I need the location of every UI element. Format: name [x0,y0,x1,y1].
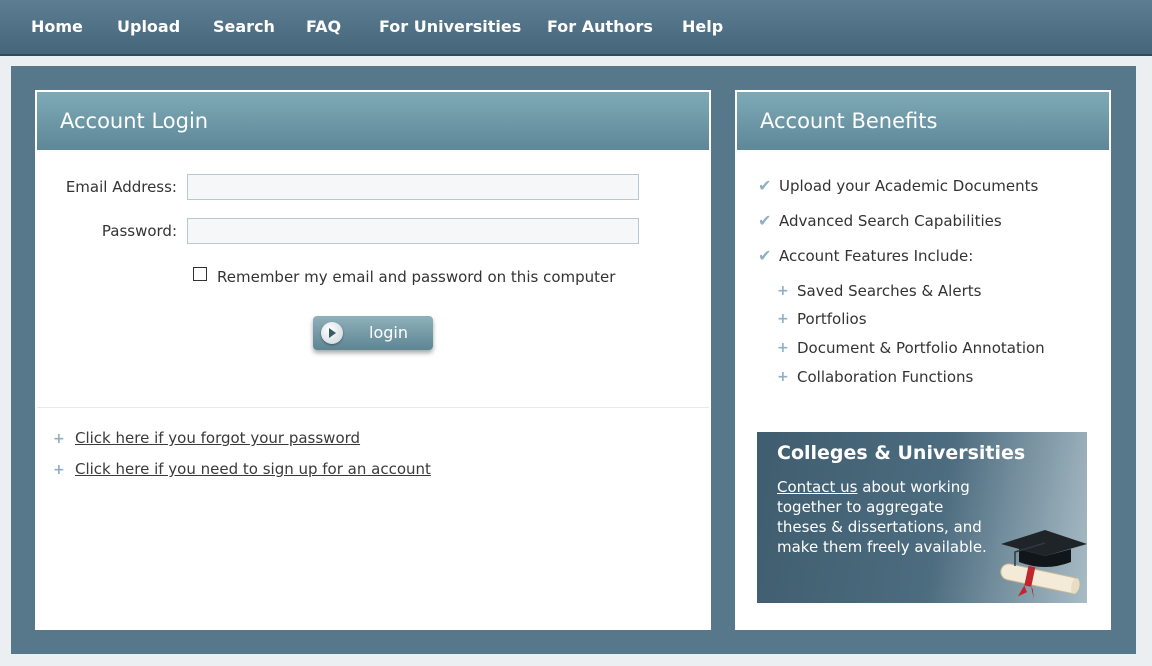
promo-body: Contact us about working together to agg… [777,477,992,557]
login-button-label: login [369,323,408,342]
colleges-promo: Colleges & Universities Contact us about… [757,432,1087,603]
nav-upload[interactable]: Upload [117,0,180,54]
benefit-item: Account Features Include: [779,247,974,265]
play-icon [321,322,343,344]
feature-item: Portfolios [797,310,867,328]
benefits-panel: Account Benefits ✔ Upload your Academic … [735,90,1111,630]
promo-title: Colleges & Universities [777,442,1026,464]
plus-icon: + [777,311,789,327]
remember-label: Remember my email and password on this c… [217,268,616,286]
divider [37,407,709,408]
plus-icon: + [777,369,789,385]
email-field[interactable] [187,174,639,200]
main-frame: Account Login Email Address: Password: R… [11,66,1136,654]
login-panel: Account Login Email Address: Password: R… [35,90,711,630]
benefit-item: Advanced Search Capabilities [779,212,1002,230]
top-nav: Home Upload Search FAQ For Universities … [0,0,1152,56]
checkmark-icon: ✔ [758,176,772,195]
nav-help[interactable]: Help [682,0,723,54]
feature-item: Document & Portfolio Annotation [797,339,1045,357]
login-button[interactable]: login [313,316,433,350]
signup-link[interactable]: Click here if you need to sign up for an… [75,460,431,478]
benefits-panel-title: Account Benefits [737,92,1109,150]
plus-icon: + [777,283,789,299]
benefit-item: Upload your Academic Documents [779,177,1039,195]
email-label: Email Address: [65,178,177,196]
password-label: Password: [101,222,177,240]
nav-home[interactable]: Home [31,0,83,54]
plus-icon: + [53,431,65,447]
nav-faq[interactable]: FAQ [306,0,341,54]
plus-icon: + [53,462,65,478]
checkmark-icon: ✔ [758,246,772,265]
contact-us-link[interactable]: Contact us [777,478,857,496]
nav-for-universities[interactable]: For Universities [379,0,521,54]
feature-item: Collaboration Functions [797,368,974,386]
remember-checkbox[interactable] [193,267,207,281]
nav-for-authors[interactable]: For Authors [547,0,653,54]
login-panel-title: Account Login [37,92,709,150]
checkmark-icon: ✔ [758,211,772,230]
password-field[interactable] [187,218,639,244]
feature-item: Saved Searches & Alerts [797,282,982,300]
nav-search[interactable]: Search [213,0,275,54]
forgot-password-link[interactable]: Click here if you forgot your password [75,429,360,447]
plus-icon: + [777,340,789,356]
graduation-cap-icon [1000,530,1087,599]
